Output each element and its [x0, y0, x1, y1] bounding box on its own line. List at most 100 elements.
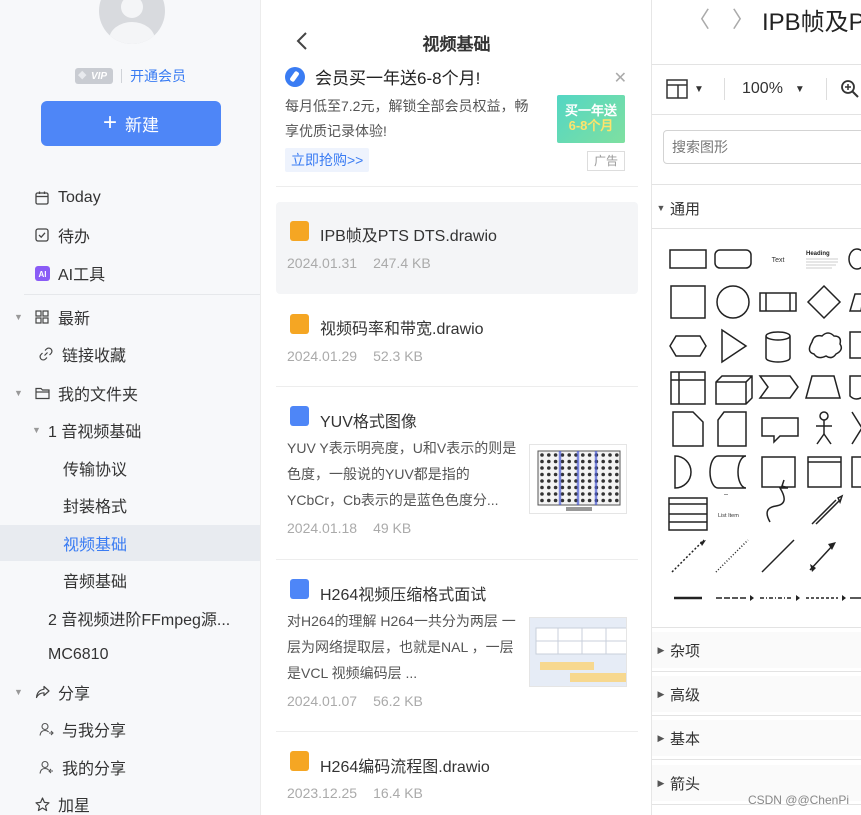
- file-item[interactable]: 视频码率和带宽.drawio 2024.01.29 52.3 KB: [276, 295, 638, 387]
- section-advanced[interactable]: ▶ 高级: [652, 676, 861, 712]
- sidebar-item-link-favorites[interactable]: 链接收藏: [0, 336, 260, 372]
- yuv-sample-dot: [608, 498, 612, 503]
- yuv-sample-dot: [615, 466, 619, 470]
- list-item-shape-label: List Item: [718, 513, 739, 519]
- half-circle-shape: [674, 455, 692, 489]
- yuv-sample-dot: [587, 459, 592, 464]
- zoom-in-icon: [841, 80, 859, 98]
- file-size: 49 KB: [373, 520, 412, 536]
- yuv-sample-dot: [615, 472, 619, 477]
- sidebar-item-label: 加星: [58, 798, 91, 815]
- expand-caret-icon[interactable]: ▼: [14, 687, 23, 697]
- section-general[interactable]: ▼ 通用: [652, 190, 861, 226]
- sidebar-item-transport-protocol[interactable]: 传输协议: [0, 450, 260, 486]
- layout-dropdown[interactable]: ▼: [666, 74, 704, 104]
- yuv-sample-dot: [601, 466, 605, 470]
- divider: [121, 69, 123, 83]
- caret-right-icon: ▶: [657, 777, 665, 788]
- diamond-shape: [806, 284, 842, 320]
- section-misc[interactable]: ▶ 杂项: [652, 632, 861, 668]
- sidebar-item-label: AI工具: [58, 267, 106, 284]
- divider: [276, 559, 638, 560]
- new-button-label: 新建: [125, 116, 159, 135]
- sidebar-item-share[interactable]: ▼ 分享: [0, 674, 260, 710]
- file-date: 2024.01.29: [287, 348, 358, 364]
- promo-image[interactable]: 买一年送 6-8个月: [557, 95, 625, 143]
- chevron-right-icon[interactable]: 〉: [732, 2, 754, 34]
- sidebar-item-recent[interactable]: ▼ 最新: [0, 299, 260, 335]
- checkbox-icon: [34, 227, 50, 243]
- file-item[interactable]: IPB帧及PTS DTS.drawio 2024.01.31 247.4 KB: [276, 202, 638, 294]
- drawio-file-icon: [290, 751, 309, 771]
- sidebar-item-audio-basics[interactable]: 音频基础: [0, 562, 260, 598]
- grid-icon: [34, 309, 50, 325]
- user-share-icon: [38, 721, 54, 737]
- file-thumbnail: [529, 444, 627, 514]
- yuv-sample-dot: [608, 466, 612, 470]
- layout-icon: [666, 79, 688, 99]
- sidebar-item-starred[interactable]: 加星: [0, 786, 260, 815]
- divider: [652, 184, 861, 185]
- file-item[interactable]: H264视频压缩格式面试 对H264的理解 H264一共分为两层 一层为网络提取…: [276, 561, 638, 731]
- yuv-sample-dot: [547, 479, 551, 483]
- yuv-sample-dot: [581, 485, 585, 490]
- shape-search-input[interactable]: 搜索图形: [663, 130, 861, 164]
- avatar[interactable]: [99, 0, 165, 44]
- circle-shape: [716, 285, 750, 319]
- file-date: 2024.01.18: [287, 520, 358, 536]
- expand-caret-icon[interactable]: ▼: [14, 312, 23, 322]
- ai-icon: AI: [34, 265, 50, 281]
- sidebar-item-ai-tools[interactable]: AI AI工具: [0, 255, 260, 291]
- zoom-in-button[interactable]: [840, 74, 860, 104]
- yuv-sample-dot: [553, 453, 558, 457]
- sidebar-item-my-folders[interactable]: ▼ 我的文件夹: [0, 375, 260, 411]
- yuv-sample-dot: [581, 472, 585, 477]
- sidebar-item-my-shares[interactable]: 我的分享: [0, 749, 260, 785]
- file-item[interactable]: YUV格式图像 YUV Y表示明亮度，U和V表示的则是色度，一般说的YUV都是指…: [276, 388, 638, 558]
- yuv-sample-dot: [553, 472, 558, 477]
- divider: [652, 114, 861, 115]
- sidebar-item-folder-av-advanced[interactable]: 2 音视频进阶FFmpeg源...: [0, 600, 260, 636]
- bidirectional-arrow-shape: [811, 499, 837, 525]
- yuv-sample-dot: [547, 459, 551, 464]
- file-snippet: YUV Y表示明亮度，U和V表示的则是色度，一般说的YUV都是指的YCbCr，C…: [287, 440, 517, 508]
- file-name: H264视频压缩格式面试: [320, 587, 487, 604]
- section-basic[interactable]: ▶ 基本: [652, 720, 861, 756]
- expand-caret-icon[interactable]: ▼: [14, 388, 23, 398]
- divider: [24, 294, 260, 295]
- cloud-shape: [808, 332, 843, 359]
- square-shape: [670, 285, 706, 319]
- yuv-sample-dot: [567, 492, 571, 496]
- yuv-sample-dot: [581, 459, 585, 464]
- yuv-sample-dot: [587, 453, 592, 457]
- new-button[interactable]: + 新建: [41, 101, 221, 146]
- heading-shape-label: Heading: [806, 251, 830, 257]
- sidebar-item-folder-mc6810[interactable]: MC6810: [0, 637, 260, 673]
- sidebar-item-folder-av-basics[interactable]: ▼ 1 音视频基础: [0, 412, 260, 448]
- sidebar-item-container-format[interactable]: 封装格式: [0, 487, 260, 523]
- divider: [652, 715, 861, 716]
- yuv-sample-dot: [601, 459, 605, 464]
- svg-text:⎯⎯: ⎯⎯: [724, 492, 728, 497]
- yuv-sample-dot: [540, 472, 544, 477]
- open-vip-link[interactable]: 开通会员: [130, 66, 186, 86]
- sidebar-item-shared-with-me[interactable]: 与我分享: [0, 711, 260, 747]
- zoom-dropdown[interactable]: 100% ▼: [742, 74, 805, 104]
- yuv-sample-dot: [601, 498, 605, 503]
- expand-caret-icon[interactable]: ▼: [32, 425, 41, 435]
- yuv-sample-dot: [581, 492, 585, 496]
- close-icon[interactable]: ✕: [614, 68, 627, 88]
- sidebar-item-today[interactable]: Today: [0, 180, 260, 216]
- sidebar-item-todo[interactable]: 待办: [0, 217, 260, 253]
- yuv-sample-dot: [540, 498, 544, 503]
- divider: [276, 731, 638, 732]
- vip-badge: VIP: [74, 68, 114, 84]
- file-item[interactable]: H264编码流程图.drawio 2023.12.25 16.4 KB: [276, 733, 638, 815]
- yuv-sample-dot: [615, 479, 619, 483]
- section-label: 基本: [670, 730, 701, 748]
- promo-buy-link[interactable]: 立即抢购>>: [285, 148, 370, 172]
- star-icon: [34, 796, 50, 812]
- sidebar-item-video-basics[interactable]: 视频基础: [0, 525, 260, 561]
- chevron-left-icon[interactable]: 〈: [688, 2, 710, 34]
- file-size: 16.4 KB: [373, 785, 423, 801]
